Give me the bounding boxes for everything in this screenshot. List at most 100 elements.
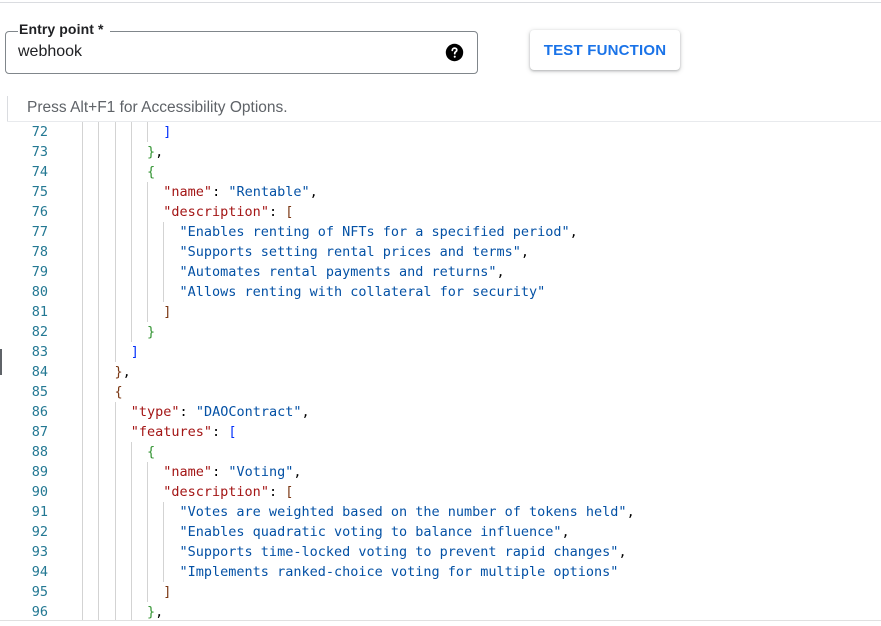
code-line[interactable]: 74 {: [0, 162, 881, 182]
code-text: "Votes are weighted based on the number …: [180, 502, 635, 522]
editor-border: [7, 96, 8, 122]
code-line[interactable]: 93 "Supports time-locked voting to preven…: [0, 542, 881, 562]
indent-guide: [163, 262, 165, 282]
code-token: "Rentable": [228, 184, 310, 200]
code-text: "Supports time-locked voting to prevent …: [180, 542, 627, 562]
code-line[interactable]: 95]: [0, 582, 881, 602]
top-divider: [0, 2, 881, 3]
code-text: },: [147, 142, 163, 162]
indent-guide: [163, 522, 165, 542]
code-token: ]: [163, 584, 172, 600]
test-function-button[interactable]: TEST FUNCTION: [530, 30, 680, 70]
code-token: :: [212, 464, 229, 480]
entry-point-label: Entry point *: [18, 21, 110, 37]
code-line[interactable]: 86 "type": "DAOContract",: [0, 402, 881, 422]
indent-guide: [130, 542, 132, 562]
indent-guide: [114, 522, 116, 542]
indent-guide: [163, 242, 165, 262]
indent-guide: [98, 482, 100, 502]
code-line[interactable]: 96},: [0, 602, 881, 620]
code-token: "Implements ranked-choice voting for mul…: [179, 564, 619, 580]
indent-guide: [114, 442, 116, 462]
code-token: ,: [626, 504, 635, 520]
code-text: {: [115, 382, 123, 402]
code-line[interactable]: 89 "name": "Voting",: [0, 462, 881, 482]
indent-guide: [130, 282, 132, 302]
indent-guide: [147, 182, 149, 202]
code-text: "Enables renting of NFTs for a specified…: [180, 222, 578, 242]
indent-guide: [98, 122, 100, 142]
scroll-marker: [0, 349, 2, 375]
indent-guide: [98, 362, 100, 382]
code-token: {: [114, 384, 123, 400]
indent-guide: [114, 422, 116, 442]
entry-point-input[interactable]: [18, 43, 418, 61]
code-token: }: [114, 364, 123, 380]
code-line[interactable]: 78 "Supports setting rental prices and te…: [0, 242, 881, 262]
line-number: 89: [31, 464, 48, 480]
indent-guide: [130, 442, 132, 462]
line-number: 73: [31, 144, 48, 160]
indent-guide: [147, 502, 149, 522]
code-token: "description": [163, 484, 269, 500]
indent-guide: [130, 162, 132, 182]
code-token: "Enables renting of NFTs for a specified…: [179, 224, 570, 240]
code-line[interactable]: 83]: [0, 342, 881, 362]
code-token: :: [268, 484, 286, 500]
indent-guide: [98, 222, 100, 242]
indent-guide: [147, 242, 149, 262]
code-token: "Supports setting rental prices and term…: [179, 244, 521, 260]
code-line[interactable]: 90 "description": [: [0, 482, 881, 502]
code-line[interactable]: 80 "Allows renting with collateral for se…: [0, 282, 881, 302]
help-circle-icon[interactable]: [445, 43, 464, 62]
indent-guide: [82, 182, 83, 202]
code-line[interactable]: 73},: [0, 142, 881, 162]
code-text: "Automates rental payments and returns",: [180, 262, 505, 282]
indent-guide: [98, 562, 100, 582]
indent-guide: [82, 502, 83, 522]
code-line[interactable]: 85 {: [0, 382, 881, 402]
code-line[interactable]: 92 "Enables quadratic voting to balance i…: [0, 522, 881, 542]
code-token: }: [147, 144, 156, 160]
code-text: {: [147, 442, 155, 462]
code-line[interactable]: 94 "Implements ranked-choice voting for m…: [0, 562, 881, 582]
code-token: ]: [130, 344, 139, 360]
code-editor[interactable]: 72] 73}, 74{75 "name": "Rentable", 76 "descri…: [0, 122, 881, 620]
indent-guide: [82, 342, 83, 362]
indent-guide: [130, 182, 132, 202]
indent-guide: [130, 202, 132, 222]
code-line[interactable]: 91 "Votes are weighted based on the numbe…: [0, 502, 881, 522]
code-line[interactable]: 72]: [0, 122, 881, 142]
code-token: {: [147, 164, 156, 180]
code-line[interactable]: 77 "Enables renting of NFTs for a specifi…: [0, 222, 881, 242]
code-line[interactable]: 75 "name": "Rentable",: [0, 182, 881, 202]
code-text: "type": "DAOContract",: [131, 402, 310, 422]
code-text: "Supports setting rental prices and term…: [180, 242, 530, 262]
indent-guide: [82, 542, 83, 562]
indent-guide: [163, 502, 165, 522]
code-line[interactable]: 76 "description": [: [0, 202, 881, 222]
indent-guide: [114, 582, 116, 602]
indent-guide: [82, 222, 83, 242]
code-text: "name": "Voting",: [163, 462, 301, 482]
indent-guide: [98, 402, 100, 422]
indent-guide: [130, 222, 132, 242]
indent-guide: [130, 602, 132, 620]
line-number: 72: [31, 124, 48, 140]
code-line[interactable]: 82}: [0, 322, 881, 342]
indent-guide: [82, 122, 83, 142]
code-token: "name": [163, 464, 213, 480]
code-token: :: [212, 184, 229, 200]
code-text: "name": "Rentable",: [163, 182, 317, 202]
code-line[interactable]: 81]: [0, 302, 881, 322]
code-token: ,: [309, 184, 318, 200]
code-line[interactable]: 79 "Automates rental payments and returns…: [0, 262, 881, 282]
code-text: ]: [163, 582, 171, 602]
indent-guide: [82, 422, 83, 442]
code-line[interactable]: 84},: [0, 362, 881, 382]
entry-point-field[interactable]: Entry point *: [5, 21, 478, 74]
code-line[interactable]: 87 "features": [: [0, 422, 881, 442]
code-text: ]: [163, 302, 171, 322]
line-number: 92: [31, 524, 48, 540]
code-line[interactable]: 88 {: [0, 442, 881, 462]
